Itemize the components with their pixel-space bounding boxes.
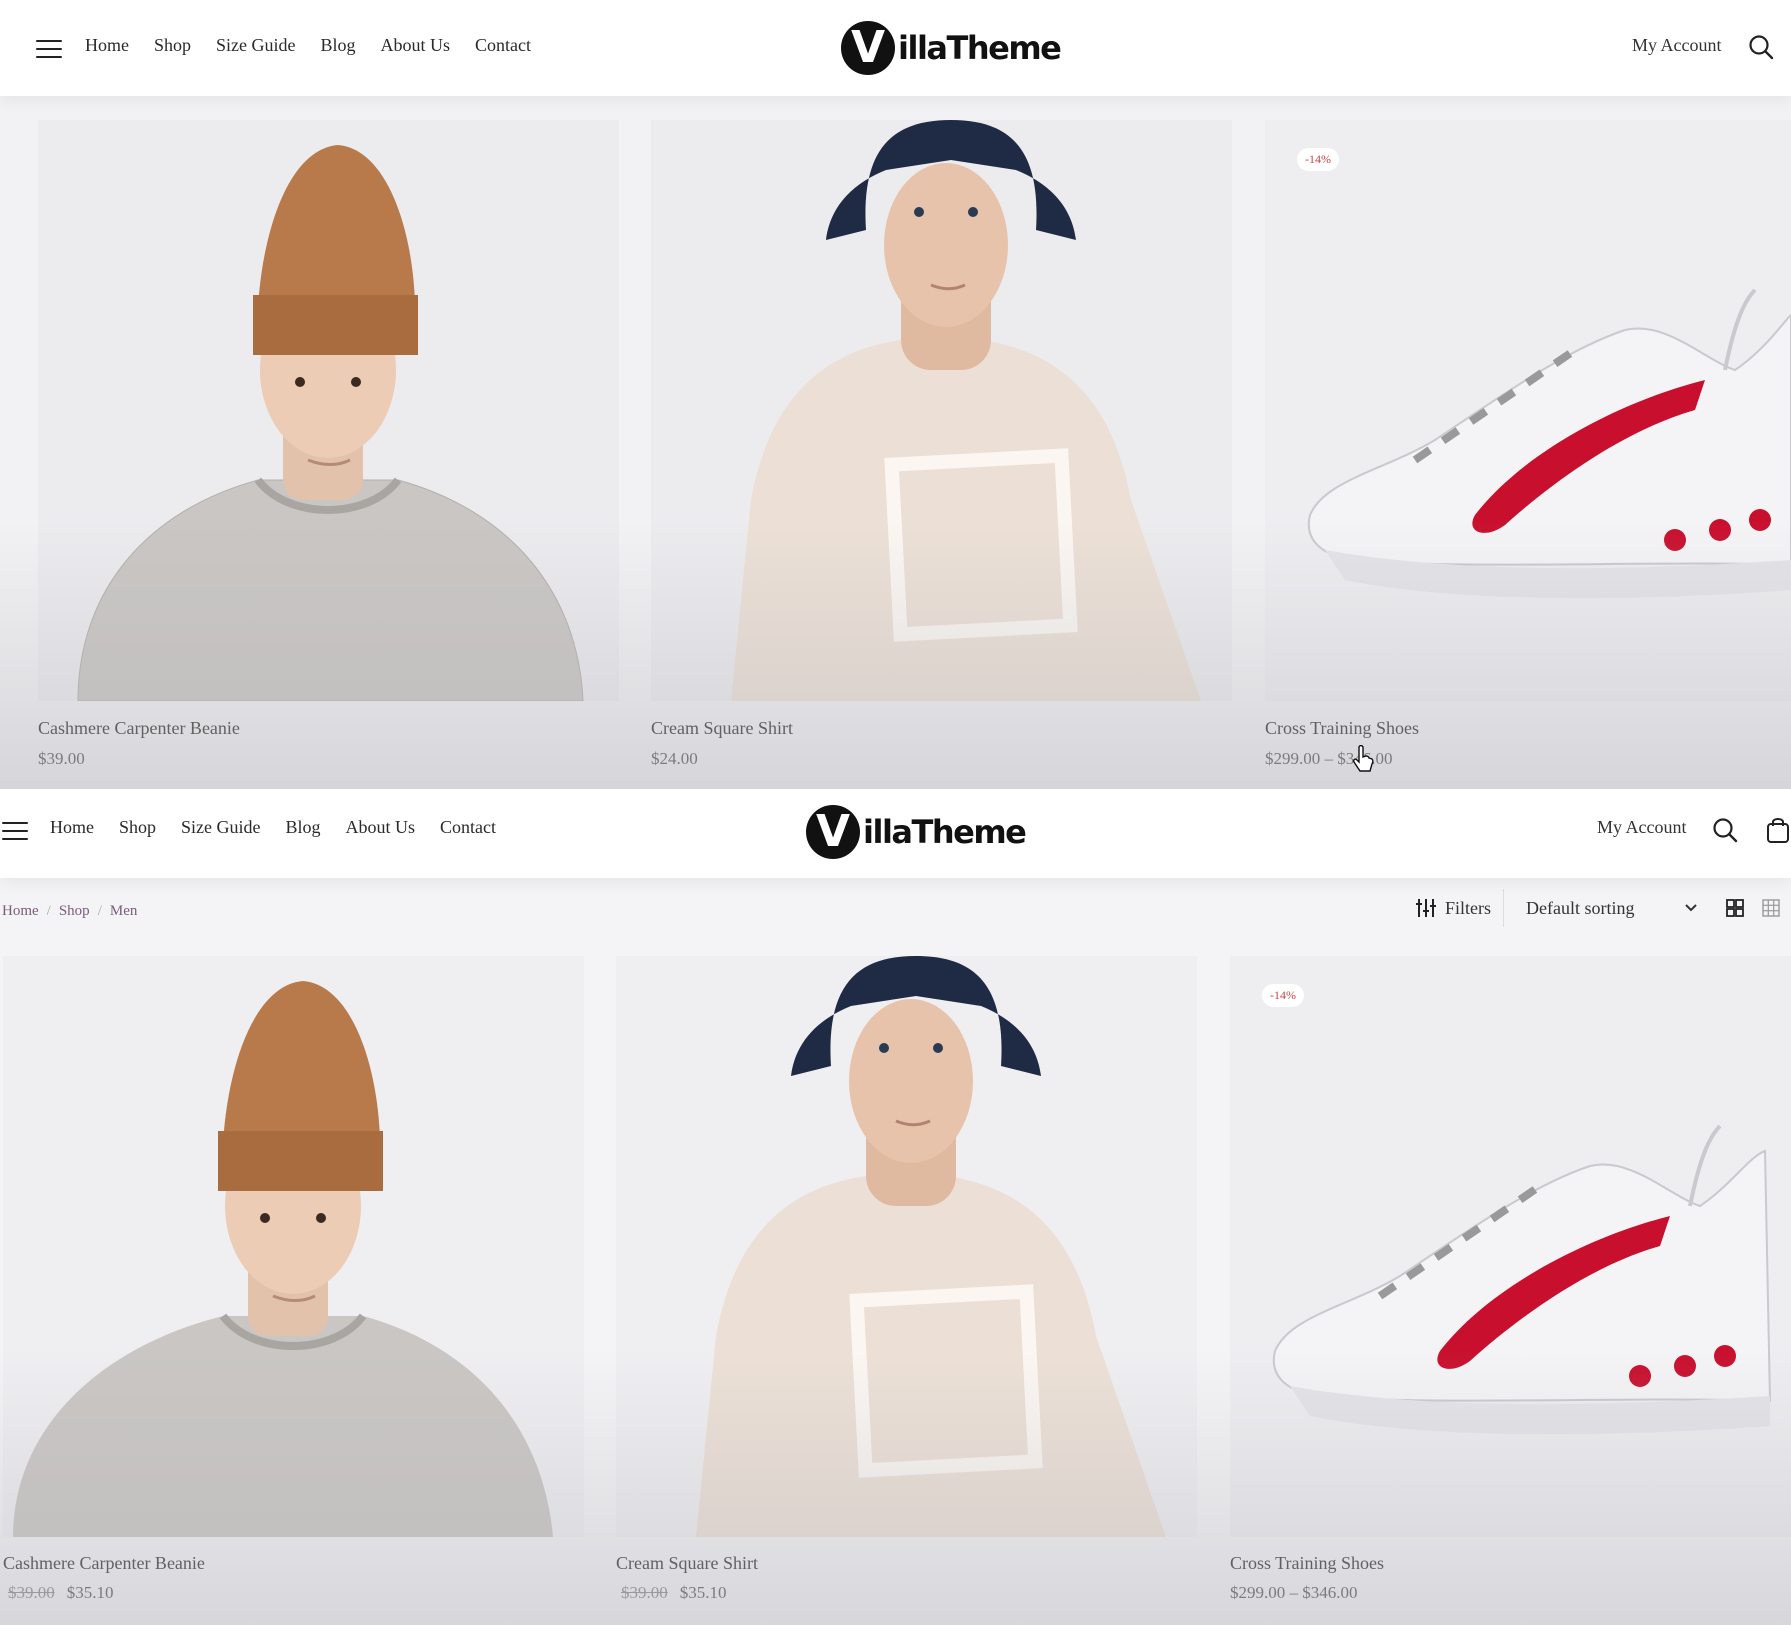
product-card[interactable]: Cream Square Shirt $39.00 $35.10 — [616, 956, 1197, 1616]
filters-label: Filters — [1445, 897, 1492, 918]
site-header: Home Shop Size Guide Blog About Us Conta… — [0, 0, 1791, 96]
product-title[interactable]: Cashmere Carpenter Beanie — [3, 1553, 205, 1574]
product-price: $39.00 $35.10 — [621, 1583, 727, 1603]
search-icon[interactable] — [1710, 815, 1740, 845]
top-panel: Home Shop Size Guide Blog About Us Conta… — [0, 0, 1791, 789]
breadcrumb-separator: / — [97, 903, 102, 919]
nav-home[interactable]: Home — [85, 35, 129, 56]
breadcrumb-shop[interactable]: Shop — [59, 903, 90, 920]
logo-text: illaTheme — [863, 813, 1027, 851]
nav-blog[interactable]: Blog — [321, 35, 356, 56]
grid-3-icon[interactable] — [1762, 899, 1780, 917]
product-price: $24.00 — [651, 749, 698, 768]
nav-blog[interactable]: Blog — [286, 817, 321, 838]
nav-about-us[interactable]: About Us — [346, 817, 416, 838]
sorting-value: Default sorting — [1526, 897, 1635, 918]
discount-badge: -14% — [1262, 984, 1304, 1007]
product-image-shirt[interactable] — [651, 120, 1232, 701]
product-title[interactable]: Cream Square Shirt — [616, 1553, 758, 1574]
hamburger-menu-icon[interactable] — [36, 40, 62, 60]
logo-badge: V — [806, 805, 860, 859]
product-card[interactable]: -14% Cross Training Shoes $299.00 – $346… — [1230, 956, 1791, 1616]
product-image-shoes[interactable] — [1265, 120, 1791, 701]
site-header: Home Shop Size Guide Blog About Us Conta… — [0, 789, 1791, 878]
my-account-link[interactable]: My Account — [1597, 817, 1687, 838]
product-title[interactable]: Cream Square Shirt — [651, 718, 793, 739]
logo-badge: V — [841, 21, 895, 75]
main-nav: Home Shop Size Guide Blog About Us Conta… — [85, 35, 531, 56]
product-price: $39.00 $35.10 — [8, 1583, 114, 1603]
nav-shop[interactable]: Shop — [154, 35, 191, 56]
product-image-shirt[interactable] — [616, 956, 1197, 1537]
nav-contact[interactable]: Contact — [440, 817, 496, 838]
view-switcher — [1726, 899, 1791, 917]
shop-toolbar: Filters Default sorting — [1415, 889, 1791, 927]
hamburger-menu-icon[interactable] — [2, 822, 28, 842]
sliders-icon — [1416, 899, 1436, 917]
product-title[interactable]: Cross Training Shoes — [1265, 718, 1419, 739]
my-account-link[interactable]: My Account — [1632, 35, 1722, 56]
product-price: $39.00 — [38, 749, 85, 768]
product-image-beanie[interactable] — [38, 120, 619, 701]
product-card[interactable]: -14% Cross Training Shoes $299.00 – $346… — [1265, 120, 1791, 780]
logo-text: illaTheme — [898, 29, 1062, 67]
product-image-shoes[interactable] — [1230, 956, 1791, 1537]
breadcrumb-separator: / — [46, 903, 51, 919]
search-icon[interactable] — [1746, 32, 1776, 62]
chevron-down-icon — [1685, 904, 1697, 912]
product-title[interactable]: Cross Training Shoes — [1230, 1553, 1384, 1574]
main-nav: Home Shop Size Guide Blog About Us Conta… — [50, 817, 496, 838]
nav-shop[interactable]: Shop — [119, 817, 156, 838]
hand-cursor-icon — [1352, 744, 1374, 778]
nav-size-guide[interactable]: Size Guide — [181, 817, 260, 838]
breadcrumb: Home / Shop / Men — [2, 903, 137, 920]
bottom-panel: Home Shop Size Guide Blog About Us Conta… — [0, 789, 1791, 1625]
discount-badge: -14% — [1297, 148, 1339, 171]
grid-2-icon[interactable] — [1726, 899, 1744, 917]
filters-button[interactable]: Filters — [1415, 889, 1505, 927]
nav-about-us[interactable]: About Us — [381, 35, 451, 56]
product-title[interactable]: Cashmere Carpenter Beanie — [38, 718, 240, 739]
product-card[interactable]: Cashmere Carpenter Beanie $39.00 $35.10 — [3, 956, 584, 1616]
old-price: $39.00 — [8, 1583, 55, 1602]
sale-price: $35.10 — [679, 1583, 727, 1602]
product-card[interactable]: Cashmere Carpenter Beanie $39.00 — [38, 120, 619, 780]
nav-contact[interactable]: Contact — [475, 35, 531, 56]
sale-price: $35.10 — [66, 1583, 114, 1602]
product-card[interactable]: Cream Square Shirt $24.00 — [651, 120, 1232, 780]
breadcrumb-men: Men — [109, 903, 138, 919]
sorting-select[interactable]: Default sorting — [1504, 898, 1698, 919]
product-image-beanie[interactable] — [3, 956, 584, 1537]
nav-home[interactable]: Home — [50, 817, 94, 838]
old-price: $39.00 — [621, 1583, 668, 1602]
site-logo[interactable]: V illaTheme — [806, 802, 1027, 862]
site-logo[interactable]: V illaTheme — [841, 18, 1062, 78]
cart-icon[interactable] — [1764, 815, 1791, 845]
product-price: $299.00 – $346.00 — [1230, 1583, 1358, 1602]
nav-size-guide[interactable]: Size Guide — [216, 35, 295, 56]
breadcrumb-home[interactable]: Home — [2, 903, 39, 920]
